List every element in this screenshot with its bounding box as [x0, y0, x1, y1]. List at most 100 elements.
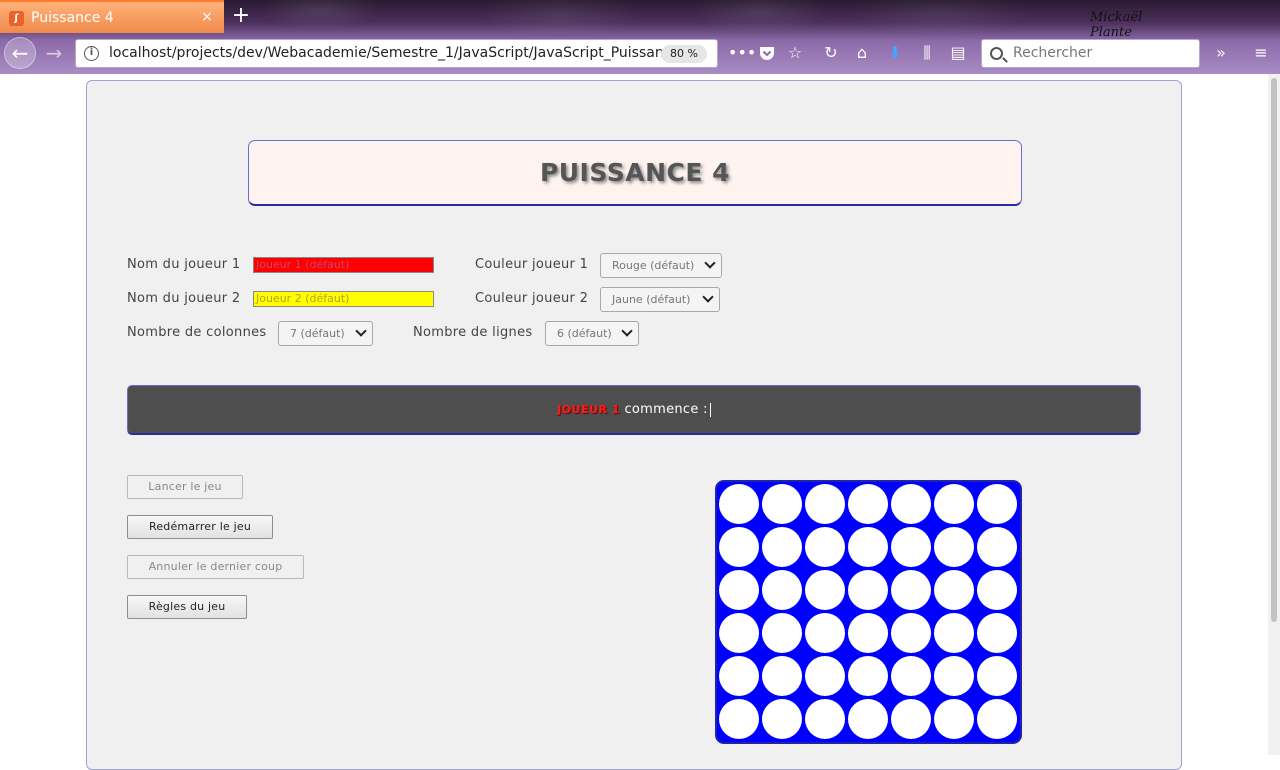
tab-close-icon[interactable]: × [199, 8, 215, 26]
columns-select[interactable]: 7 (défaut) [278, 321, 373, 346]
url-text[interactable]: localhost/projects/dev/Webacademie/Semes… [109, 45, 669, 61]
board-cell[interactable] [934, 527, 974, 567]
board-cell[interactable] [891, 699, 931, 739]
undo-move-button[interactable]: Annuler le dernier coup [127, 555, 304, 579]
game-container: PUISSANCE 4 Nom du joueur 1 Joueur 1 (dé… [86, 80, 1182, 770]
new-tab-icon[interactable]: + [231, 4, 251, 28]
search-bar[interactable]: Rechercher [981, 39, 1200, 68]
game-board[interactable] [715, 480, 1022, 744]
player1-name-label: Nom du joueur 1 [127, 257, 241, 272]
board-cell[interactable] [977, 699, 1017, 739]
page-scrollbar[interactable] [1268, 74, 1280, 755]
player1-color-value: Rouge (défaut) [612, 259, 695, 272]
url-bar[interactable]: i localhost/projects/dev/Webacademie/Sem… [75, 39, 718, 68]
board-cell[interactable] [848, 484, 888, 524]
board-cell[interactable] [977, 613, 1017, 653]
browser-chrome: ʃ Puissance 4 × + Mickaël Plante ← → i l… [0, 0, 1280, 74]
board-cell[interactable] [934, 613, 974, 653]
chevron-down-icon [704, 257, 716, 269]
rules-button[interactable]: Règles du jeu [127, 595, 247, 619]
zoom-indicator[interactable]: 80 % [661, 45, 707, 63]
board-cell[interactable] [762, 699, 802, 739]
board-cell[interactable] [719, 699, 759, 739]
board-cell[interactable] [977, 527, 1017, 567]
board-cell[interactable] [805, 699, 845, 739]
menu-hamburger-icon[interactable]: ≡ [1250, 41, 1272, 65]
page-title: PUISSANCE 4 [539, 158, 731, 187]
board-cell[interactable] [762, 656, 802, 696]
board-cell[interactable] [719, 656, 759, 696]
board-cell[interactable] [719, 484, 759, 524]
scrollbar-thumb[interactable] [1271, 78, 1277, 622]
board-cell[interactable] [805, 656, 845, 696]
board-cell[interactable] [719, 613, 759, 653]
board-cell[interactable] [891, 570, 931, 610]
board-cell[interactable] [977, 656, 1017, 696]
download-icon[interactable]: ⬇ [884, 41, 906, 65]
page-actions-icon[interactable]: ••• [728, 41, 756, 65]
player2-name-label: Nom du joueur 2 [127, 291, 241, 306]
board-cell[interactable] [719, 527, 759, 567]
board-cell[interactable] [934, 570, 974, 610]
board-cell[interactable] [719, 570, 759, 610]
rows-value: 6 (défaut) [557, 327, 612, 340]
status-message: JOUEUR 1 commence : [128, 402, 1140, 417]
board-cell[interactable] [977, 570, 1017, 610]
theme-signature: Mickaël Plante [1090, 10, 1143, 40]
board-cell[interactable] [762, 484, 802, 524]
player2-color-value: Jaune (défaut) [612, 293, 691, 306]
rows-label: Nombre de lignes [413, 325, 533, 340]
board-cell[interactable] [891, 613, 931, 653]
columns-label: Nombre de colonnes [127, 325, 267, 340]
back-arrow-icon[interactable]: ← [4, 37, 36, 69]
board-cell[interactable] [891, 527, 931, 567]
tab-title: Puissance 4 [31, 10, 114, 26]
player1-color-select[interactable]: Rouge (défaut) [600, 253, 722, 278]
board-cell[interactable] [805, 527, 845, 567]
forward-arrow-icon[interactable]: → [38, 38, 70, 68]
player1-name-input[interactable]: Joueur 1 (défaut) [253, 257, 434, 273]
player2-color-label: Couleur joueur 2 [475, 291, 589, 306]
text-cursor [709, 402, 711, 417]
start-game-button[interactable]: Lancer le jeu [127, 475, 243, 499]
chevron-down-icon [702, 291, 714, 303]
board-cell[interactable] [848, 527, 888, 567]
library-icon[interactable]: ⫼ [916, 41, 938, 65]
board-cell[interactable] [934, 484, 974, 524]
sidebar-icon[interactable]: ▤ [947, 41, 969, 65]
board-cell[interactable] [805, 613, 845, 653]
board-cell[interactable] [805, 570, 845, 610]
board-cell[interactable] [848, 613, 888, 653]
board-cell[interactable] [977, 484, 1017, 524]
search-input[interactable]: Rechercher [1013, 45, 1092, 61]
chevron-down-icon [621, 325, 633, 337]
player2-name-input[interactable]: Joueur 2 (défaut) [253, 291, 434, 307]
player2-color-select[interactable]: Jaune (défaut) [600, 287, 720, 312]
board-cell[interactable] [934, 656, 974, 696]
board-cell[interactable] [762, 613, 802, 653]
board-cell[interactable] [891, 484, 931, 524]
bookmark-star-icon[interactable]: ☆ [784, 41, 806, 65]
board-cell[interactable] [891, 656, 931, 696]
status-text: commence : [624, 402, 708, 417]
board-cell[interactable] [934, 699, 974, 739]
reload-icon[interactable]: ↻ [820, 41, 842, 65]
board-cell[interactable] [805, 484, 845, 524]
status-bar: JOUEUR 1 commence : [127, 385, 1141, 435]
status-player-name: JOUEUR 1 [557, 403, 620, 416]
xampp-favicon-icon: ʃ [9, 11, 24, 26]
home-icon[interactable]: ⌂ [851, 41, 873, 65]
overflow-chevron-icon[interactable]: » [1210, 41, 1232, 65]
board-cell[interactable] [848, 699, 888, 739]
restart-game-button[interactable]: Redémarrer le jeu [127, 515, 273, 539]
columns-value: 7 (défaut) [290, 327, 345, 340]
rows-select[interactable]: 6 (défaut) [545, 321, 639, 346]
browser-tab-active[interactable]: ʃ Puissance 4 × [0, 0, 224, 33]
board-cell[interactable] [848, 570, 888, 610]
board-cell[interactable] [762, 570, 802, 610]
pocket-icon[interactable] [756, 41, 778, 65]
search-icon [990, 47, 1003, 60]
board-cell[interactable] [848, 656, 888, 696]
site-info-icon[interactable]: i [84, 46, 99, 61]
board-cell[interactable] [762, 527, 802, 567]
